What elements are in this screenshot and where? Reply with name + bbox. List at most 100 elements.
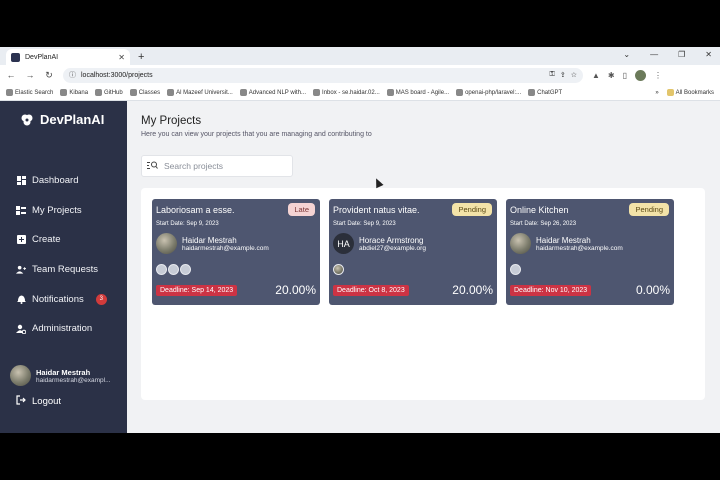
bookmark-icon: [313, 89, 321, 96]
bookmark-label: openai-php/laravel:...: [465, 89, 522, 96]
logout-icon: [16, 395, 26, 408]
bookmark-label: GitHub: [104, 89, 123, 96]
forward-icon[interactable]: →: [25, 70, 35, 80]
status-badge: Pending: [452, 203, 492, 216]
team-icon: [16, 265, 26, 275]
member-avatar-icon: [333, 264, 344, 275]
bookmark-label: Kibana: [69, 89, 89, 96]
puzzle-icon[interactable]: ✱: [608, 71, 615, 80]
bookmark-item[interactable]: Al Mazeef Universit...: [167, 89, 233, 96]
sidebar-item-notifications[interactable]: Notifications 3: [0, 284, 127, 314]
search-input[interactable]: Search projects: [141, 155, 293, 177]
bookmark-label: Inbox - se.haidar.02...: [322, 89, 380, 96]
bell-icon: [16, 294, 26, 305]
bookmark-item[interactable]: Classes: [129, 89, 160, 96]
key-icon[interactable]: ⚿: [550, 71, 555, 79]
window-controls: ⌄ — ❐ ✕: [623, 50, 712, 59]
sidebar-item-team-requests[interactable]: Team Requests: [0, 255, 127, 285]
url-text: localhost:3000/projects: [81, 71, 153, 79]
bookmark-item[interactable]: Advanced NLP with...: [239, 89, 307, 96]
project-title: Online Kitchen: [510, 205, 569, 215]
owner-email: haidarmestrah@example.com: [182, 244, 269, 252]
search-icon: [147, 161, 158, 171]
extension-toolbar: ▲ ✱ ▯ ⋮: [592, 69, 662, 81]
bookmark-icon: [528, 89, 536, 96]
restore-button[interactable]: ❐: [678, 50, 685, 59]
sidebar: DevPlanAI Dashboard My Projects Create T…: [0, 101, 127, 433]
profile-icon[interactable]: [635, 69, 647, 81]
user-name: Haidar Mestrah: [36, 367, 91, 377]
deadline-badge: Deadline: Nov 10, 2023: [510, 285, 592, 296]
app-root: DevPlanAI Dashboard My Projects Create T…: [0, 101, 720, 433]
sidebar-item-create[interactable]: Create: [0, 225, 127, 255]
project-owner: Haidar Mestrah haidarmestrah@example.com: [156, 233, 269, 254]
bookmark-item[interactable]: GitHub: [95, 89, 123, 96]
app-logo[interactable]: DevPlanAI: [0, 101, 127, 127]
new-tab-button[interactable]: +: [138, 51, 144, 63]
close-tab-icon[interactable]: ✕: [118, 53, 125, 62]
sidepanel-icon[interactable]: ▯: [623, 71, 627, 80]
close-window-button[interactable]: ✕: [705, 50, 712, 59]
sidebar-item-dashboard[interactable]: Dashboard: [0, 166, 127, 196]
sidebar-item-label: Administration: [32, 323, 93, 335]
page-subtitle: Here you can view your projects that you…: [141, 131, 372, 138]
bookmark-item[interactable]: Elastic Search: [6, 89, 53, 96]
extension-icon[interactable]: ▲: [592, 71, 600, 80]
project-members: [333, 264, 344, 275]
dashboard-icon: [16, 176, 26, 186]
menu-icon[interactable]: ⋮: [654, 71, 662, 80]
member-avatar-icon: [168, 264, 179, 275]
sidebar-item-label: Dashboard: [32, 175, 79, 187]
bookmark-icon: [95, 89, 103, 96]
tab-strip: DevPlanAI ✕ + ⌄ — ❐ ✕: [0, 47, 720, 65]
reload-icon[interactable]: ↻: [44, 70, 54, 81]
back-icon[interactable]: ←: [6, 70, 16, 80]
bookmark-icon: [129, 89, 137, 96]
project-start-date: Start Date: Sep 9, 2023: [333, 221, 396, 227]
logout-button[interactable]: Logout: [16, 395, 61, 408]
tab-title: DevPlanAI: [25, 53, 59, 61]
share-icon[interactable]: ⇪: [560, 71, 566, 79]
project-progress: 20.00%: [275, 283, 316, 297]
owner-name: Haidar Mestrah: [536, 235, 591, 245]
bookmark-icon: [6, 89, 13, 96]
sidebar-item-administration[interactable]: Administration: [0, 314, 127, 344]
address-bar[interactable]: ⓘ localhost:3000/projects ⚿ ⇪ ☆: [63, 67, 583, 83]
bookmark-item[interactable]: Inbox - se.haidar.02...: [313, 89, 380, 96]
project-card[interactable]: Laboriosam a esse. Late Start Date: Sep …: [152, 199, 320, 305]
all-bookmarks-button[interactable]: All Bookmarks: [666, 89, 714, 96]
sidebar-item-label: Notifications: [32, 293, 84, 305]
project-progress: 0.00%: [635, 283, 670, 297]
deadline-badge: Deadline: Oct 8, 2023: [333, 285, 409, 296]
owner-name: Horace Armstrong: [359, 235, 424, 245]
project-owner: HA Horace Armstrong abdiel27@example.org: [333, 233, 426, 254]
sidebar-item-label: My Projects: [32, 204, 82, 216]
bookmark-label: Advanced NLP with...: [248, 89, 307, 96]
projects-icon: [16, 205, 26, 215]
project-owner: Haidar Mestrah haidarmestrah@example.com: [510, 233, 623, 254]
tab-search-icon[interactable]: ⌄: [623, 50, 630, 59]
bookmark-item[interactable]: openai-php/laravel:...: [456, 89, 521, 96]
star-icon[interactable]: ☆: [571, 71, 577, 79]
bookmark-item[interactable]: Kibana: [60, 89, 88, 96]
app-name: DevPlanAI: [40, 112, 105, 127]
favicon-icon: [11, 52, 20, 62]
user-email: haidarmestrah@exampl...: [36, 376, 111, 384]
browser-tab[interactable]: DevPlanAI ✕: [6, 49, 130, 65]
minimize-button[interactable]: —: [650, 50, 658, 59]
plus-icon: [16, 235, 26, 245]
site-info-icon[interactable]: ⓘ: [69, 70, 76, 80]
sidebar-item-label: Team Requests: [32, 264, 99, 276]
all-bookmarks-label: All Bookmarks: [675, 89, 714, 96]
admin-icon: [16, 324, 26, 334]
bookmarks-overflow-button[interactable]: »: [655, 90, 658, 96]
logout-label: Logout: [32, 396, 62, 407]
brain-icon: [21, 114, 33, 125]
current-user[interactable]: Haidar Mestrah haidarmestrah@exampl...: [10, 365, 111, 386]
projects-panel: Laboriosam a esse. Late Start Date: Sep …: [141, 188, 705, 400]
bookmark-item[interactable]: MAS board - Agile...: [386, 89, 449, 96]
sidebar-item-my-projects[interactable]: My Projects: [0, 196, 127, 226]
bookmark-item[interactable]: ChatGPT: [528, 89, 562, 96]
project-card[interactable]: Online Kitchen Pending Start Date: Sep 2…: [506, 199, 674, 305]
project-card[interactable]: Provident natus vitae. Pending Start Dat…: [329, 199, 497, 305]
